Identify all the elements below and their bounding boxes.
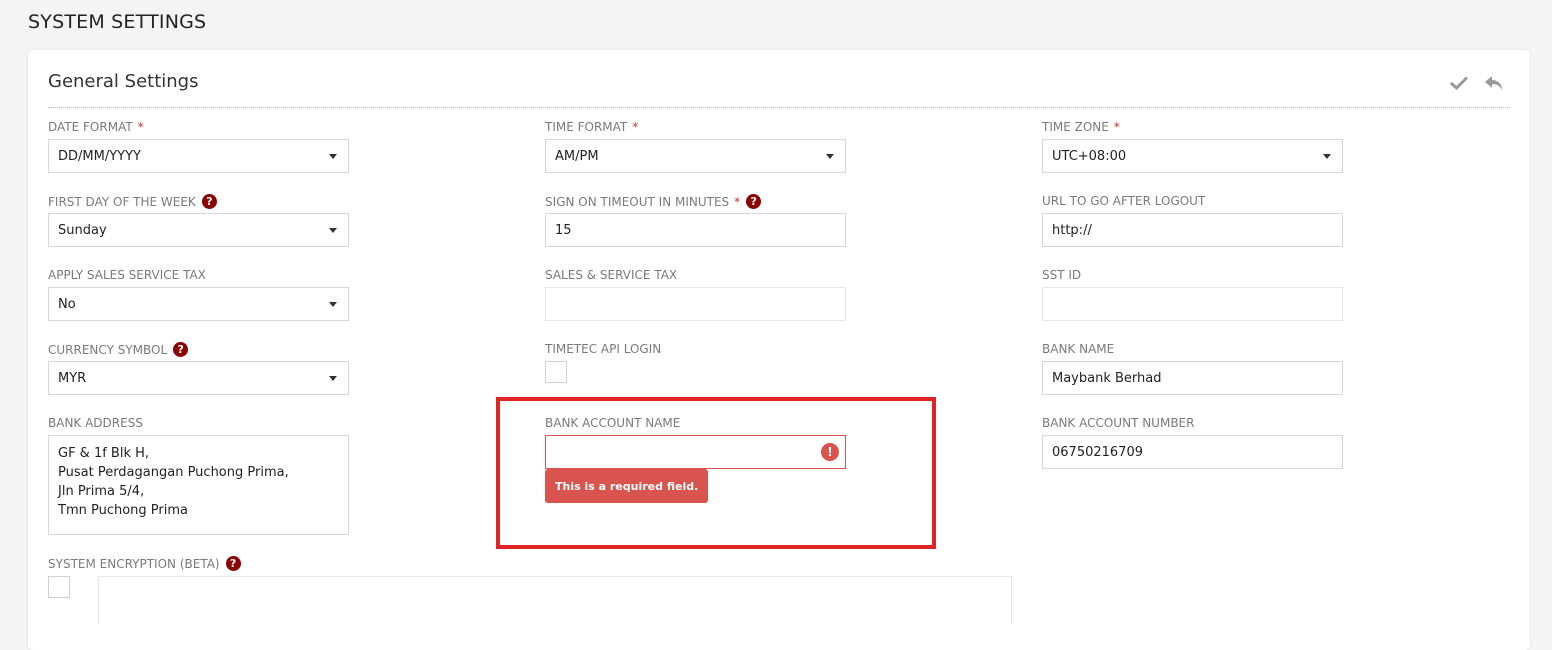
time-zone-label: TIME ZONE * <box>1042 120 1120 134</box>
chevron-down-icon <box>329 376 337 381</box>
currency-select[interactable]: MYR <box>48 361 349 395</box>
save-check-icon[interactable] <box>1448 72 1470 94</box>
reply-back-icon[interactable] <box>1483 72 1505 94</box>
chevron-down-icon <box>329 302 337 307</box>
chevron-down-icon <box>329 154 337 159</box>
highlight-annotation-box <box>496 397 936 549</box>
date-format-label: DATE FORMAT * <box>48 120 144 134</box>
apply-sst-select[interactable]: No <box>48 287 349 321</box>
currency-label: CURRENCY SYMBOL? <box>48 342 189 357</box>
help-icon[interactable]: ? <box>173 342 189 357</box>
time-zone-select[interactable]: UTC+08:00 <box>1042 139 1343 173</box>
sign-on-timeout-input[interactable]: 15 <box>545 213 846 247</box>
card-divider <box>48 107 1510 108</box>
help-icon[interactable]: ? <box>746 194 762 209</box>
bank-address-label: BANK ADDRESS <box>48 416 143 430</box>
date-format-select[interactable]: DD/MM/YYYY <box>48 139 349 173</box>
apply-sst-label: APPLY SALES SERVICE TAX <box>48 268 206 282</box>
sales-service-tax-input[interactable] <box>545 287 846 321</box>
system-encryption-panel <box>98 576 1012 624</box>
sign-on-timeout-label: SIGN ON TIMEOUT IN MINUTES *? <box>545 194 762 209</box>
bank-address-textarea[interactable]: GF & 1f Blk H, Pusat Perdagangan Puchong… <box>48 435 349 535</box>
first-day-label: FIRST DAY OF THE WEEK? <box>48 194 217 209</box>
time-format-label: TIME FORMAT * <box>545 120 639 134</box>
time-format-select[interactable]: AM/PM <box>545 139 846 173</box>
timetec-api-checkbox[interactable] <box>545 361 567 383</box>
sst-id-label: SST ID <box>1042 268 1082 282</box>
system-encryption-label: SYSTEM ENCRYPTION (BETA)? <box>48 556 241 571</box>
page-title: SYSTEM SETTINGS <box>28 11 207 33</box>
sst-id-input[interactable] <box>1042 287 1343 321</box>
card-title: General Settings <box>48 71 199 92</box>
bank-name-input[interactable]: Maybank Berhad <box>1042 361 1343 395</box>
bank-account-number-label: BANK ACCOUNT NUMBER <box>1042 416 1195 430</box>
bank-account-number-input[interactable]: 06750216709 <box>1042 435 1343 469</box>
bank-name-label: BANK NAME <box>1042 342 1115 356</box>
chevron-down-icon <box>329 228 337 233</box>
url-logout-input[interactable]: http:// <box>1042 213 1343 247</box>
first-day-select[interactable]: Sunday <box>48 213 349 247</box>
chevron-down-icon <box>1323 154 1331 159</box>
timetec-api-label: TIMETEC API LOGIN <box>545 342 662 356</box>
url-logout-label: URL TO GO AFTER LOGOUT <box>1042 194 1206 208</box>
help-icon[interactable]: ? <box>225 556 241 571</box>
chevron-down-icon <box>826 154 834 159</box>
sales-service-tax-label: SALES & SERVICE TAX <box>545 268 678 282</box>
system-encryption-checkbox[interactable] <box>48 576 70 598</box>
help-icon[interactable]: ? <box>201 194 217 209</box>
